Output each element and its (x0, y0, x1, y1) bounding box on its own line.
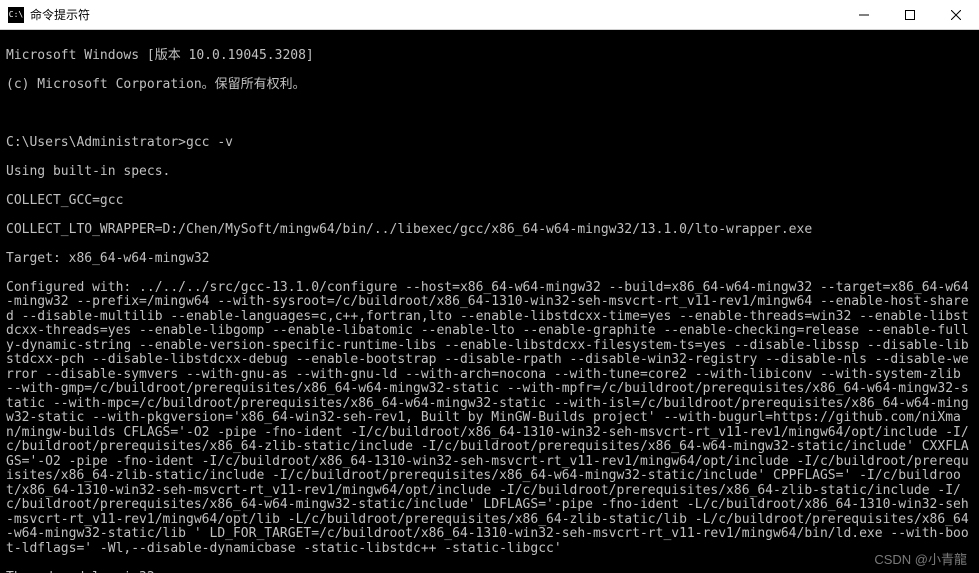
window-titlebar: C:\ 命令提示符 (0, 0, 979, 30)
prompt-command-line: C:\Users\Administrator>gcc -v (6, 136, 973, 151)
os-banner-line: Microsoft Windows [版本 10.0.19045.3208] (6, 49, 973, 64)
prompt-path: C:\Users\Administrator> (6, 135, 186, 150)
output-line: Target: x86_64-w64-mingw32 (6, 252, 973, 267)
window-title: 命令提示符 (30, 6, 841, 23)
close-button[interactable] (933, 0, 979, 29)
window-controls (841, 0, 979, 29)
cmd-icon: C:\ (8, 7, 24, 23)
blank-line (6, 107, 973, 122)
terminal-area[interactable]: Microsoft Windows [版本 10.0.19045.3208] (… (0, 30, 979, 573)
output-line: COLLECT_LTO_WRAPPER=D:/Chen/MySoft/mingw… (6, 223, 973, 238)
output-line: COLLECT_GCC=gcc (6, 194, 973, 209)
minimize-button[interactable] (841, 0, 887, 29)
output-line: Using built-in specs. (6, 165, 973, 180)
entered-command: gcc -v (186, 135, 233, 150)
copyright-line: (c) Microsoft Corporation。保留所有权利。 (6, 78, 973, 93)
output-configured: Configured with: ../../../src/gcc-13.1.0… (6, 281, 973, 557)
maximize-button[interactable] (887, 0, 933, 29)
